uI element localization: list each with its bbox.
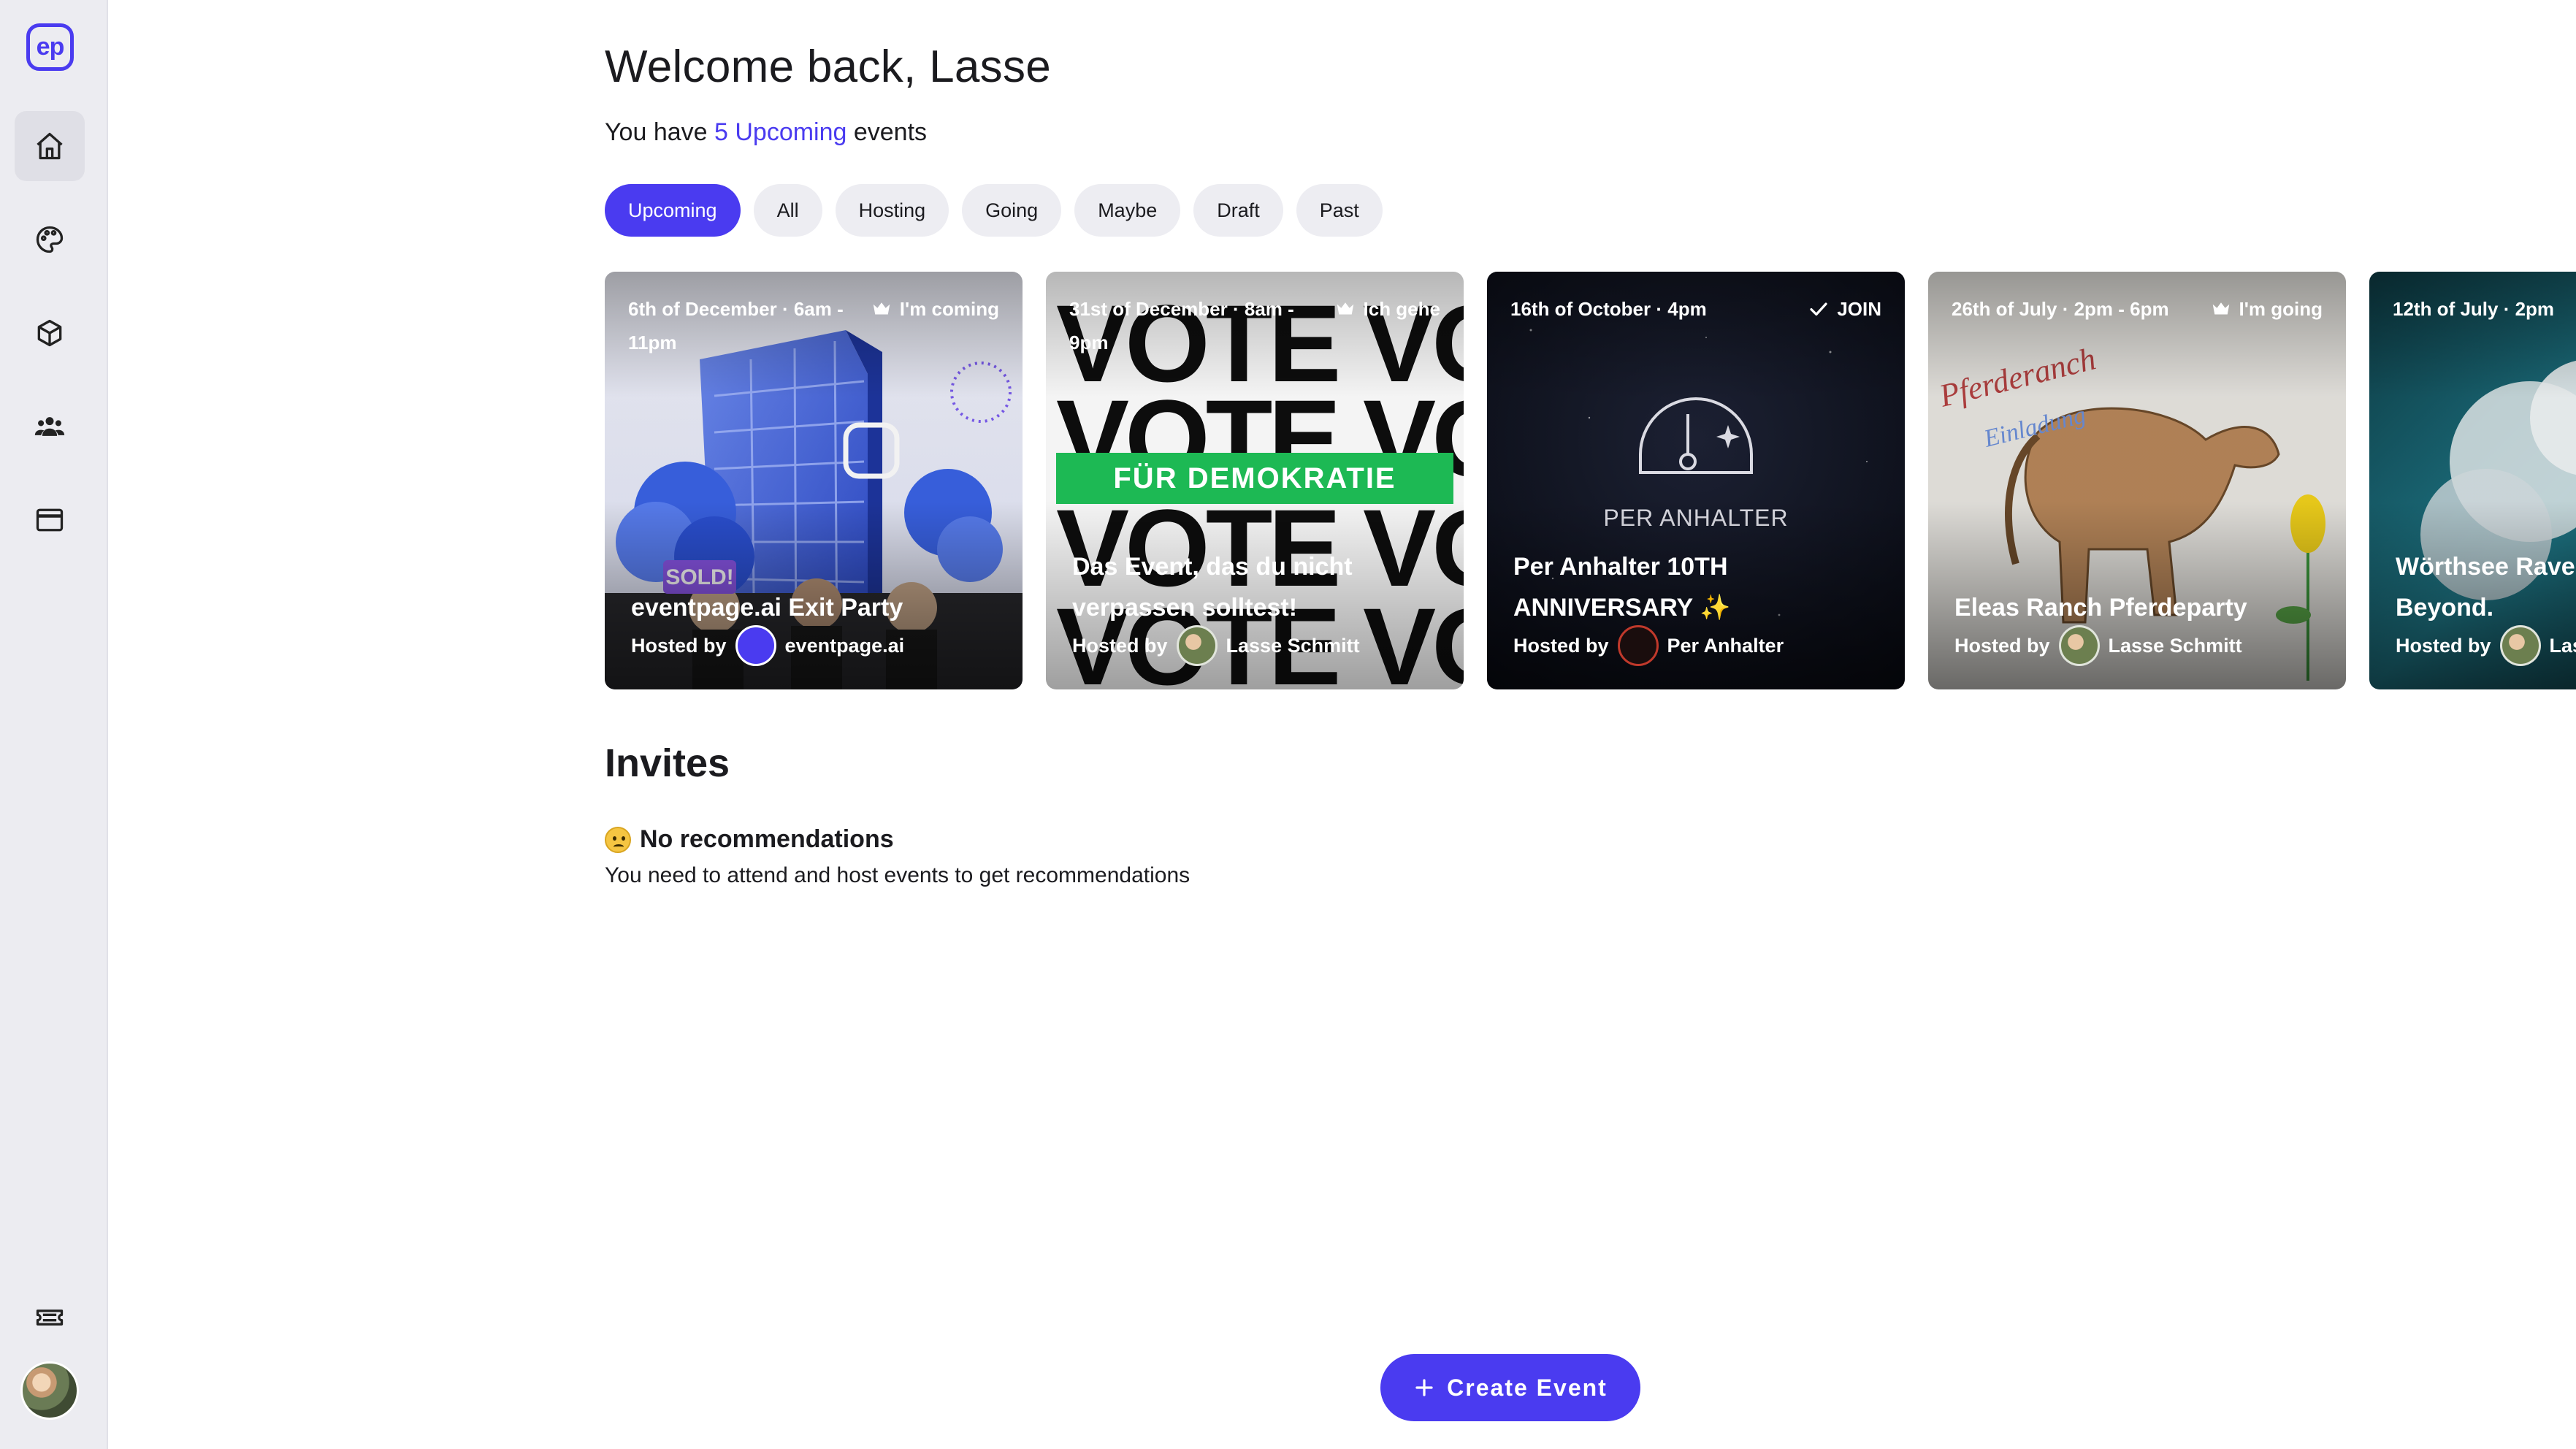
- tab-draft[interactable]: Draft: [1193, 184, 1283, 237]
- cube-icon: [37, 319, 62, 347]
- host-name: Lasse Schmitt: [2549, 634, 2576, 657]
- summary-prefix: You have: [605, 118, 714, 146]
- palette-icon: [36, 226, 64, 253]
- avatar[interactable]: [20, 1361, 79, 1420]
- host-avatar: [1176, 625, 1218, 666]
- rsvp-status[interactable]: JOIN: [1808, 292, 1881, 326]
- event-card[interactable]: 12th of July · 2pm Wörthsee Rave Bass & …: [2369, 272, 2576, 689]
- tab-going[interactable]: Going: [962, 184, 1062, 237]
- sad-face-icon: [605, 826, 631, 853]
- tickets-nav-button[interactable]: [15, 1282, 85, 1353]
- main-content: Welcome back, Lasse You have 5 Upcoming …: [605, 0, 2576, 1449]
- event-date: 16th of October · 4pm: [1510, 298, 1707, 320]
- no-recommendations-text: You need to attend and host events to ge…: [605, 863, 1190, 887]
- tab-maybe[interactable]: Maybe: [1074, 184, 1181, 237]
- home-icon: [37, 132, 63, 160]
- products-nav-button[interactable]: [15, 298, 85, 368]
- crown-icon: [873, 302, 890, 315]
- ticket-icon: [36, 1310, 64, 1326]
- crown-icon: [1337, 302, 1353, 315]
- browser-window-icon: [36, 508, 64, 532]
- people-icon: [34, 417, 65, 436]
- event-host: Hosted by Lasse Schmitt: [1954, 625, 2242, 666]
- contacts-nav-button[interactable]: [15, 391, 85, 462]
- event-title: Per Anhalter 10TH ANNIVERSARY ✨: [1513, 553, 1731, 622]
- host-avatar: [735, 625, 776, 666]
- event-card[interactable]: PER ANHALTER 16th of October · 4pm JOIN …: [1487, 272, 1905, 689]
- tab-hosting[interactable]: Hosting: [835, 184, 949, 237]
- rsvp-status-label: Ich gehe: [1363, 298, 1440, 320]
- upcoming-summary: You have 5 Upcoming events: [605, 118, 927, 147]
- rsvp-status-label: I'm going: [2239, 298, 2323, 320]
- event-host: Hosted by Per Anhalter: [1513, 625, 1784, 666]
- event-date: 12th of July · 2pm: [2393, 298, 2555, 320]
- event-date: 6th of December · 6am - 11pm: [628, 298, 844, 353]
- host-name: eventpage.ai: [784, 634, 905, 657]
- check-icon: [1810, 302, 1827, 316]
- home-nav-button[interactable]: [15, 111, 85, 181]
- no-recommendations-heading: No recommendations: [605, 825, 894, 854]
- event-card[interactable]: SOLD! 6th of December · 6am - 11pm I'm c…: [605, 272, 1023, 689]
- host-name: Lasse Schmitt: [2108, 634, 2242, 657]
- event-host: Hosted by Lasse Schmitt: [2396, 625, 2576, 666]
- event-filter-tabs: Upcoming All Hosting Going Maybe Draft P…: [605, 184, 1383, 237]
- eventpage-logo[interactable]: ep: [26, 23, 74, 71]
- event-cards-carousel: SOLD! 6th of December · 6am - 11pm I'm c…: [605, 272, 2576, 689]
- hosted-by-label: Hosted by: [2396, 634, 2491, 657]
- rsvp-status[interactable]: Ich gehe: [1334, 292, 1440, 326]
- event-title: eventpage.ai Exit Party: [631, 594, 903, 622]
- pages-nav-button[interactable]: [15, 485, 85, 555]
- host-avatar: [2499, 625, 2541, 666]
- tab-all[interactable]: All: [753, 184, 822, 237]
- event-card[interactable]: Pferderanch Einladung 26th of July · 2pm…: [1928, 272, 2346, 689]
- themes-nav-button[interactable]: [15, 204, 85, 275]
- event-title: Eleas Ranch Pferdeparty: [1954, 594, 2247, 622]
- create-event-label: Create Event: [1447, 1374, 1608, 1401]
- hosted-by-label: Hosted by: [1513, 634, 1609, 657]
- sidebar: ep: [0, 0, 108, 1449]
- host-name: Per Anhalter: [1667, 634, 1784, 657]
- summary-suffix: events: [846, 118, 928, 146]
- event-title: Wörthsee Rave Bass & Beyond.: [2396, 553, 2576, 622]
- event-date: 26th of July · 2pm - 6pm: [1952, 298, 2169, 320]
- hosted-by-label: Hosted by: [631, 634, 727, 657]
- page-title: Welcome back, Lasse: [605, 42, 1052, 92]
- tab-past[interactable]: Past: [1296, 184, 1383, 237]
- event-host: Hosted by Lasse Schmitt: [1072, 625, 1360, 666]
- host-avatar: [2058, 625, 2100, 666]
- tab-upcoming[interactable]: Upcoming: [605, 184, 741, 237]
- rsvp-status[interactable]: I'm going: [2210, 292, 2323, 326]
- event-card[interactable]: VOTE VOTE VOTE VOTE VOTE VOTE VOTE VOTE …: [1046, 272, 1464, 689]
- create-event-button[interactable]: Create Event: [1380, 1354, 1640, 1421]
- hosted-by-label: Hosted by: [1954, 634, 2050, 657]
- rsvp-status[interactable]: I'm coming: [871, 292, 999, 326]
- event-host: Hosted by eventpage.ai: [631, 625, 904, 666]
- app-root: ep Welcome back, Lasse You have 5 Upcomi…: [0, 0, 2576, 1449]
- event-title: Das Event, das du nicht verpassen sollte…: [1072, 553, 1353, 622]
- hosted-by-label: Hosted by: [1072, 634, 1168, 657]
- crown-icon: [2212, 302, 2229, 315]
- host-name: Lasse Schmitt: [1226, 634, 1360, 657]
- plus-icon: [1415, 1379, 1433, 1396]
- rsvp-status-label: I'm coming: [899, 298, 999, 320]
- upcoming-count-link[interactable]: 5 Upcoming: [714, 118, 846, 146]
- host-avatar: [1617, 625, 1659, 666]
- invites-title: Invites: [605, 741, 730, 785]
- event-banner-text: FÜR DEMOKRATIE: [1113, 462, 1396, 494]
- no-recommendations-title: No recommendations: [640, 825, 894, 853]
- rsvp-status-label: JOIN: [1837, 298, 1881, 320]
- event-date: 31st of December · 8am - 9pm: [1069, 298, 1294, 353]
